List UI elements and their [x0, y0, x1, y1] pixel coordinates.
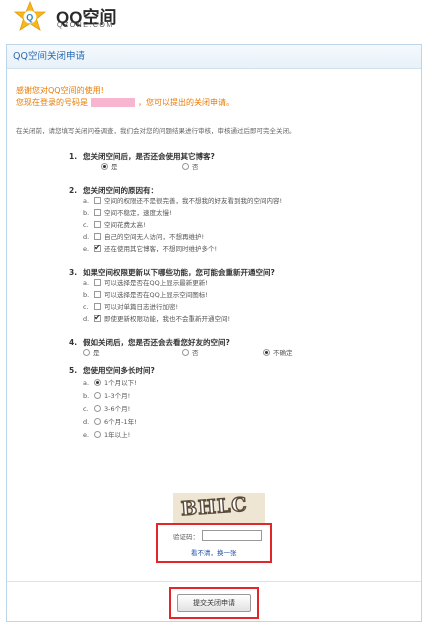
captcha-label: 验证码：	[173, 533, 199, 541]
q5-option-d[interactable]: d. 6个月-1年!	[83, 417, 137, 427]
question-5: 5. 您使用空间多长时间?	[69, 366, 155, 375]
q3-option-a[interactable]: a. 可以选择是否在QQ上显示最新更新!	[83, 278, 208, 288]
q5-option-c[interactable]: c. 3-6个月!	[83, 404, 130, 414]
radio-icon[interactable]	[83, 348, 90, 356]
q4-option-no[interactable]: 否	[182, 348, 199, 358]
q1-option-yes[interactable]: 是	[101, 162, 118, 172]
checkbox-icon[interactable]	[94, 220, 101, 228]
q3-option-b[interactable]: b. 可以选择是否在QQ上显示空间图标!	[83, 290, 208, 300]
radio-icon[interactable]	[94, 430, 101, 438]
q5-option-a[interactable]: a. 1个月以下!	[83, 378, 137, 388]
q2-option-d[interactable]: d. 自己的空间无人访问，不想再维护!	[83, 232, 204, 242]
question-3: 3. 如果空间权限更新以下哪些功能，您可能会重新开通空间?	[69, 268, 275, 277]
svg-text:Q: Q	[26, 13, 33, 23]
brand-domain: QZONE.COM	[57, 22, 114, 29]
checkbox-icon[interactable]	[94, 208, 101, 216]
greeting-line-2: 您现在登录的号码是 ，您可以提出的关闭申请。	[16, 97, 234, 108]
captcha-input[interactable]	[202, 530, 262, 541]
site-header: Q QQ空间 QZONE.COM	[0, 0, 428, 36]
radio-icon[interactable]	[182, 348, 189, 356]
checkbox-icon[interactable]	[94, 243, 101, 252]
checkbox-icon[interactable]	[94, 290, 101, 298]
greeting-prefix: 您现在登录的号码是	[16, 98, 88, 107]
checkbox-icon[interactable]	[94, 196, 101, 204]
question-1: 1. 您关闭空间后，是否还会使用其它博客?	[69, 152, 215, 161]
q3-option-d[interactable]: d.即使更新权限功能，我也不会重新开通空间!	[83, 313, 230, 324]
captcha-image-text: BHLC	[180, 493, 249, 521]
footer-divider	[7, 581, 421, 582]
q2-option-e[interactable]: e.还在使用其它博客，不想同时维护多个!	[83, 243, 217, 254]
masked-qq-number	[91, 98, 135, 107]
question-2: 2. 您关闭空间的原因有：	[69, 186, 158, 195]
greeting-suffix: ，您可以提出的关闭申请。	[138, 98, 234, 107]
radio-icon[interactable]	[94, 417, 101, 425]
checkbox-icon[interactable]	[94, 278, 101, 286]
radio-icon[interactable]	[94, 378, 101, 386]
submit-close-button[interactable]: 提交关闭申请	[177, 594, 251, 612]
checkbox-icon[interactable]	[94, 232, 101, 240]
panel-title: QQ空间关闭申请	[7, 45, 421, 69]
qzone-star-icon: Q	[14, 1, 46, 31]
q4-option-yes[interactable]: 是	[83, 348, 100, 358]
q5-option-e[interactable]: e. 1年以上!	[83, 430, 130, 440]
radio-icon[interactable]	[263, 348, 270, 356]
question-4: 4. 假如关闭后，您是否还会去看您好友的空间?	[69, 338, 230, 347]
captcha-refresh-link[interactable]: 看不清，换一张	[191, 547, 237, 557]
greeting-line-1: 感谢您对QQ空间的使用!	[16, 86, 104, 95]
radio-icon[interactable]	[182, 162, 189, 170]
close-request-panel: QQ空间关闭申请 感谢您对QQ空间的使用! 您现在登录的号码是 ，您可以提出的关闭…	[6, 44, 422, 622]
q2-option-b[interactable]: b. 空间不稳定，速度太慢!	[83, 208, 172, 218]
q4-option-unsure[interactable]: 不确定	[263, 348, 293, 358]
checkbox-icon[interactable]	[94, 302, 101, 310]
q5-option-b[interactable]: b. 1-3个月!	[83, 391, 130, 401]
intro-text: 在关闭前，请您填写关闭问卷调查，我们会对您的问题结果进行审核，审核通过后即可完全…	[16, 127, 296, 135]
captcha-image: BHLC	[173, 493, 265, 523]
radio-icon[interactable]	[94, 404, 101, 412]
radio-icon[interactable]	[101, 162, 108, 170]
q1-option-no[interactable]: 否	[182, 162, 199, 172]
captcha-highlight-box	[156, 523, 272, 563]
q2-option-a[interactable]: a. 空间的权限还不是很完善，我不想我的好友看到我的空间内容!	[83, 196, 282, 206]
radio-icon[interactable]	[94, 391, 101, 399]
q3-option-c[interactable]: c. 可以对单篇日志进行加密!	[83, 302, 178, 312]
checkbox-icon[interactable]	[94, 313, 101, 322]
q2-option-c[interactable]: c. 空间花费太高!	[83, 220, 146, 230]
